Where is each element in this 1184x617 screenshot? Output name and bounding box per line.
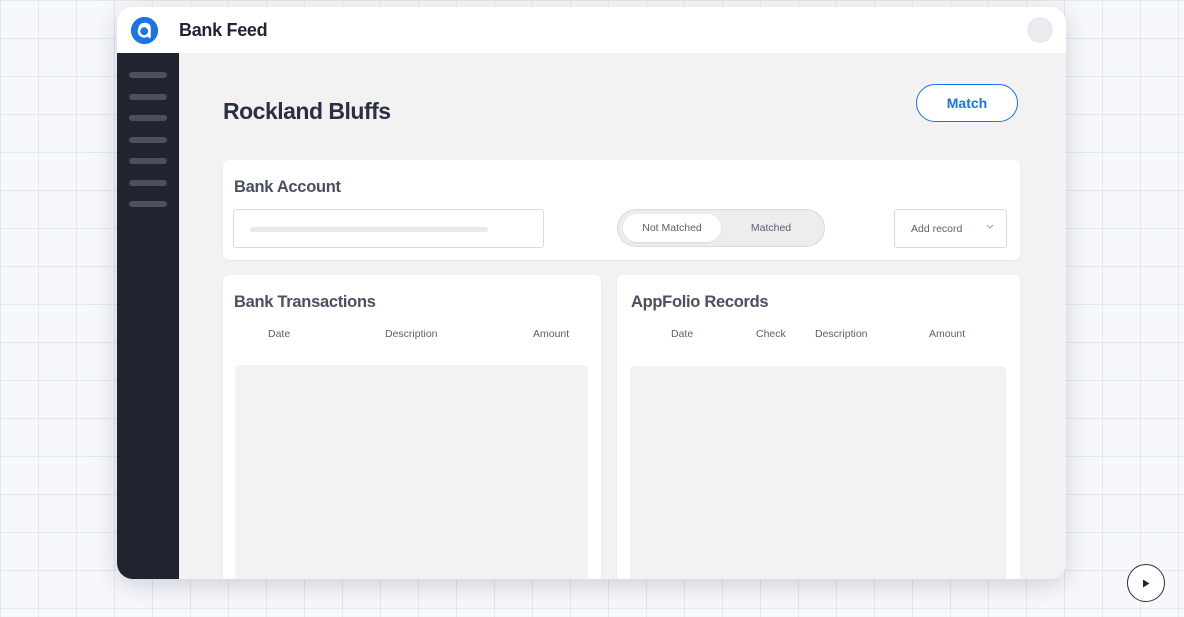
appfolio-records-title: AppFolio Records bbox=[631, 293, 769, 311]
column-header-check[interactable]: Check bbox=[756, 328, 786, 340]
page-title: Rockland Bluffs bbox=[223, 98, 391, 124]
bank-account-title: Bank Account bbox=[234, 178, 341, 196]
main-content: Rockland Bluffs Match Bank Account Not M… bbox=[179, 53, 1066, 579]
app-title: Bank Feed bbox=[179, 20, 268, 40]
play-button[interactable] bbox=[1127, 564, 1165, 602]
bank-account-select[interactable] bbox=[233, 209, 544, 248]
column-header-description[interactable]: Description bbox=[815, 328, 868, 340]
sidebar-item[interactable] bbox=[129, 94, 167, 100]
bank-transactions-table-body bbox=[235, 365, 588, 579]
appfolio-records-table-body bbox=[630, 366, 1006, 579]
sidebar-item[interactable] bbox=[129, 180, 167, 186]
column-header-date[interactable]: Date bbox=[268, 328, 290, 340]
add-record-label: Add record bbox=[911, 223, 963, 235]
bank-transactions-card: Bank Transactions Date Description Amoun… bbox=[223, 275, 601, 579]
top-bar: Bank Feed bbox=[117, 7, 1066, 53]
match-button[interactable]: Match bbox=[916, 84, 1018, 122]
bank-transactions-title: Bank Transactions bbox=[234, 293, 376, 311]
play-icon bbox=[1143, 579, 1150, 587]
add-record-dropdown[interactable]: Add record bbox=[894, 209, 1007, 248]
sidebar-item[interactable] bbox=[129, 201, 167, 207]
column-header-date[interactable]: Date bbox=[671, 328, 693, 340]
bank-account-card: Bank Account Not Matched Matched Add rec… bbox=[223, 160, 1020, 260]
column-header-description[interactable]: Description bbox=[385, 328, 438, 340]
appfolio-logo-icon[interactable] bbox=[131, 17, 158, 44]
chevron-down-icon bbox=[986, 222, 994, 233]
column-header-amount[interactable]: Amount bbox=[533, 328, 569, 340]
sidebar-item[interactable] bbox=[129, 137, 167, 143]
app-window: Bank Feed Rockland Bluffs Match Bank Acc… bbox=[117, 7, 1066, 579]
sidebar-item[interactable] bbox=[129, 158, 167, 164]
match-filter-toggle: Not Matched Matched bbox=[617, 209, 825, 247]
column-header-amount[interactable]: Amount bbox=[929, 328, 965, 340]
filter-not-matched[interactable]: Not Matched bbox=[623, 214, 721, 242]
account-placeholder bbox=[250, 227, 488, 232]
filter-matched[interactable]: Matched bbox=[722, 214, 820, 242]
sidebar-item[interactable] bbox=[129, 72, 167, 78]
sidebar-item[interactable] bbox=[129, 115, 167, 121]
avatar[interactable] bbox=[1027, 17, 1053, 43]
appfolio-records-card: AppFolio Records Date Check Description … bbox=[617, 275, 1020, 579]
sidebar bbox=[117, 53, 179, 579]
